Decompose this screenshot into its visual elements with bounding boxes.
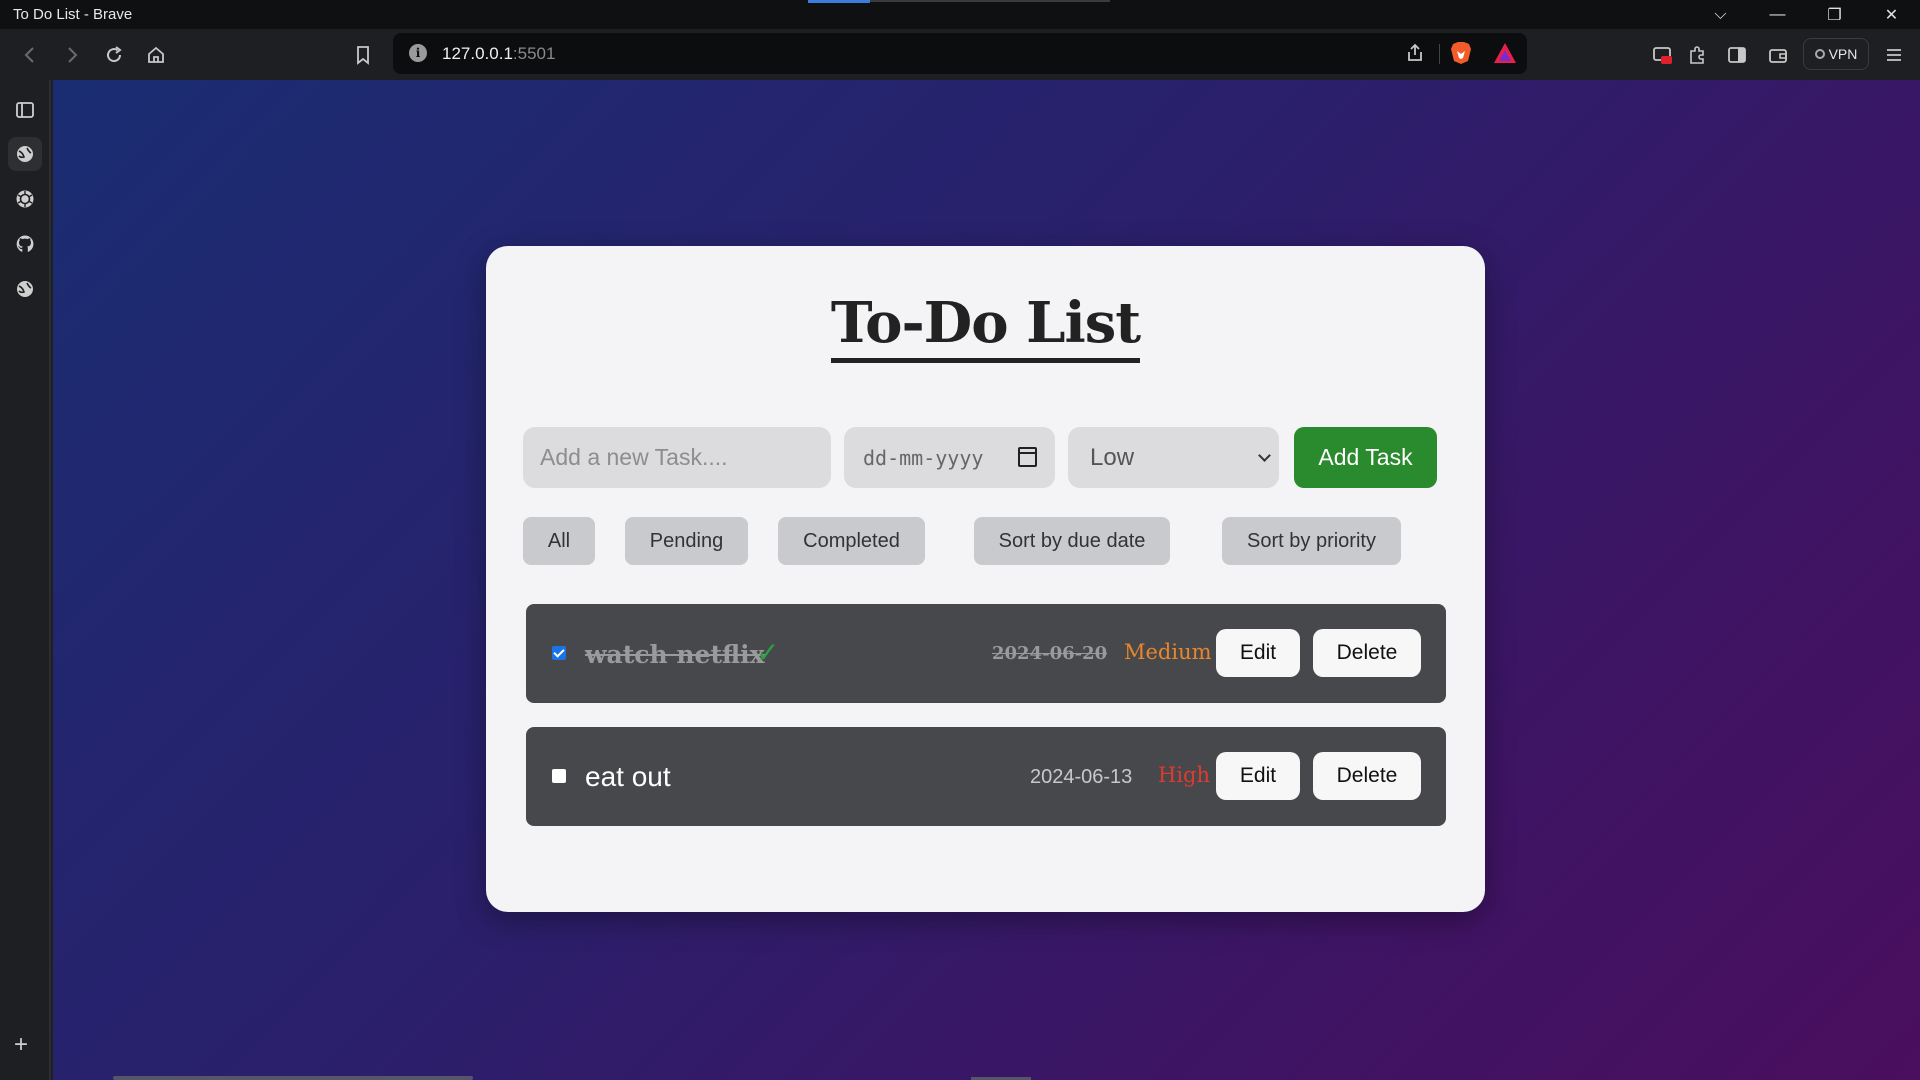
sort-by-due-date-button[interactable]: Sort by due date <box>974 517 1170 565</box>
reload-icon[interactable] <box>100 41 128 69</box>
vpn-button[interactable]: VPN <box>1803 38 1869 70</box>
brave-rewards-icon[interactable] <box>1493 42 1517 64</box>
share-icon[interactable] <box>1401 39 1429 67</box>
browser-sidebar: + <box>0 80 51 1080</box>
task-due-date: 2024-06-20 <box>992 643 1108 664</box>
urlbar-divider <box>1439 44 1440 64</box>
extensions-icon[interactable] <box>1683 41 1711 69</box>
tab-strip <box>870 0 1110 2</box>
add-panel-plus-icon[interactable]: + <box>14 1031 28 1059</box>
back-arrow-icon[interactable] <box>16 41 44 69</box>
priority-select[interactable]: Low <box>1068 427 1279 488</box>
add-task-button[interactable]: Add Task <box>1294 427 1437 488</box>
delete-task-button[interactable]: Delete <box>1313 629 1421 677</box>
priority-selected-value: Low <box>1090 443 1135 471</box>
task-priority: Medium <box>1124 640 1212 664</box>
url-text[interactable]: 127.0.0.1:5501 <box>442 44 555 64</box>
menu-hamburger-icon[interactable] <box>1880 41 1908 69</box>
tab-indicator <box>808 0 870 3</box>
sort-by-priority-button[interactable]: Sort by priority <box>1222 517 1401 565</box>
due-date-input[interactable]: dd-mm-yyyy <box>844 427 1055 488</box>
completed-check-icon: ✓ <box>756 637 780 668</box>
task-due-date: 2024-06-13 <box>1030 766 1133 788</box>
sidebar-toggle-icon[interactable] <box>8 93 42 127</box>
date-placeholder: dd-mm-yyyy <box>863 445 984 470</box>
filter-pending-button[interactable]: Pending <box>625 517 748 565</box>
todo-card: To-Do List dd-mm-yyyy Low Add Task All P… <box>486 246 1485 912</box>
page-title: To-Do List <box>486 290 1485 363</box>
forward-arrow-icon[interactable] <box>58 41 86 69</box>
task-item: eat out 2024-06-13 High Edit Delete <box>526 727 1446 826</box>
wallet-icon[interactable] <box>1764 41 1792 69</box>
task-input[interactable] <box>523 427 831 488</box>
task-complete-checkbox[interactable] <box>552 769 566 783</box>
page-viewport: To-Do List dd-mm-yyyy Low Add Task All P… <box>53 80 1920 1080</box>
restore-button[interactable]: ❐ <box>1806 0 1863 29</box>
task-name: eat out <box>585 761 671 792</box>
brave-shields-icon[interactable] <box>1450 41 1472 65</box>
edit-task-button[interactable]: Edit <box>1216 752 1300 800</box>
delete-task-button[interactable]: Delete <box>1313 752 1421 800</box>
calendar-icon[interactable] <box>1018 447 1037 467</box>
filter-all-button[interactable]: All <box>523 517 595 565</box>
close-window-button[interactable]: ✕ <box>1863 0 1920 29</box>
tab-search-chevron-icon[interactable]: ⌵ <box>1692 0 1749 29</box>
task-name: watch netflix <box>585 640 765 669</box>
sidebar-panel-icon[interactable] <box>1723 41 1751 69</box>
horizontal-scrollbar[interactable] <box>113 1076 473 1080</box>
task-priority: High <box>1158 763 1210 787</box>
chatgpt-icon[interactable] <box>8 182 42 216</box>
globe-icon[interactable] <box>8 137 42 171</box>
window-controls: ⌵ — ❐ ✕ <box>1692 0 1920 29</box>
github-icon[interactable] <box>8 227 42 261</box>
home-icon[interactable] <box>142 41 170 69</box>
site-info-icon[interactable]: i <box>409 44 427 62</box>
vpn-label: VPN <box>1828 46 1858 62</box>
globe-icon-2[interactable] <box>8 272 42 306</box>
browser-toolbar: i 127.0.0.1:5501 VPN <box>0 29 1920 80</box>
minimize-button[interactable]: — <box>1749 0 1806 29</box>
address-bar[interactable]: i 127.0.0.1:5501 <box>393 33 1527 74</box>
task-complete-checkbox[interactable] <box>552 646 566 660</box>
bookmark-icon[interactable] <box>349 41 377 69</box>
window-titlebar: To Do List - Brave ⌵ — ❐ ✕ <box>0 0 1920 29</box>
cast-off-icon[interactable] <box>1648 41 1676 69</box>
filter-completed-button[interactable]: Completed <box>778 517 925 565</box>
task-item: watch netflix ✓ 2024-06-20 Medium Edit D… <box>526 604 1446 703</box>
window-title: To Do List - Brave <box>13 6 133 23</box>
vpn-status-icon <box>1814 49 1825 59</box>
chevron-down-icon <box>1258 449 1271 462</box>
edit-task-button[interactable]: Edit <box>1216 629 1300 677</box>
